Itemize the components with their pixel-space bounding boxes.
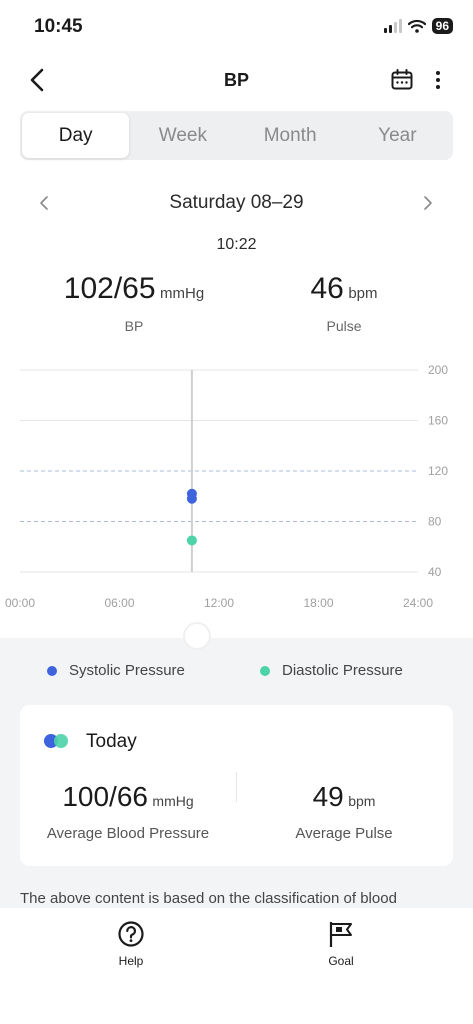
systolic-point [186,493,197,504]
tab-day[interactable]: Day [22,113,130,158]
diastolic-point [186,535,197,546]
legend-diastolic-label: Diastolic Pressure [282,662,403,679]
y-tick-label: 40 [428,565,442,579]
legend-diastolic: Diastolic Pressure [260,662,403,679]
pulse-value: 46 [310,272,344,305]
legend-systolic: Systolic Pressure [47,662,185,679]
average-bp-value: 100/66 [62,781,148,812]
average-bp-unit: mmHg [152,793,194,809]
bp-value: 102/65 [63,272,156,305]
period-selector: Day Week Month Year [20,111,453,160]
x-tick-label: 00:00 [5,596,35,610]
chart-legend: Systolic Pressure Diastolic Pressure [0,662,473,686]
today-title: Today [86,731,137,752]
card-divider [236,772,237,802]
more-options-icon[interactable] [430,68,446,92]
nav-bar: BP [0,56,473,104]
x-tick-label: 18:00 [303,596,333,610]
average-pulse-caption: Average Pulse [295,825,393,842]
selected-time: 10:22 [216,236,257,253]
bottom-bar: Help Goal [0,908,473,1024]
average-pulse-unit: bpm [348,793,376,809]
tab-month[interactable]: Month [237,113,344,158]
x-tick-label: 12:00 [204,596,234,610]
status-time: 10:45 [34,16,83,37]
bp-pair-icon [44,734,68,748]
y-tick-label: 160 [428,414,448,428]
average-pulse-stat: 49 bpm Average Pulse [244,781,444,842]
goal-button[interactable]: Goal [296,920,386,968]
bp-chart[interactable]: 200 160 120 80 40 00:00 06:00 12:00 18:00 24:00 [0,355,473,615]
average-bp-caption: Average Blood Pressure [46,825,210,842]
x-tick-label: 06:00 [104,596,134,610]
average-bp-stat: 100/66 mmHg Average Blood Pressure [28,781,228,842]
status-icons: 96 [383,18,453,34]
time-slider-handle[interactable] [183,622,211,650]
help-label: Help [118,954,144,968]
help-button[interactable]: Help [86,920,176,968]
pulse-caption: Pulse [326,318,362,334]
battery-icon: 96 [431,18,453,34]
y-tick-label: 200 [428,363,448,377]
systolic-dot-icon [47,665,57,676]
calendar-icon[interactable] [390,68,414,92]
classification-note: The above content is based on the classi… [20,890,397,907]
pulse-unit: bpm [348,285,378,302]
tab-year[interactable]: Year [344,113,451,158]
y-tick-label: 80 [428,515,442,529]
bp-caption: BP [124,318,144,334]
tab-week[interactable]: Week [129,113,236,158]
help-icon [118,921,144,947]
status-bar: 10:45 96 [0,0,473,56]
today-summary-card: Today 100/66 mmHg Average Blood Pressure… [20,705,453,866]
diastolic-dot-icon [260,665,270,676]
goal-flag-icon [329,922,352,947]
legend-systolic-label: Systolic Pressure [69,662,185,679]
x-tick-label: 24:00 [403,596,433,610]
date-label: Saturday 08–29 [169,192,304,213]
signal-icon [383,19,402,33]
y-tick-label: 120 [428,464,448,478]
wifi-icon [407,19,426,33]
selected-bp-reading: 102/65 mmHg BP [34,272,234,342]
date-navigator: Saturday 08–29 [0,188,473,220]
bp-unit: mmHg [160,285,205,302]
next-date-icon[interactable] [418,194,436,212]
average-pulse-value: 49 [312,781,344,812]
goal-label: Goal [328,954,354,968]
selected-pulse-reading: 46 bpm Pulse [244,272,444,342]
